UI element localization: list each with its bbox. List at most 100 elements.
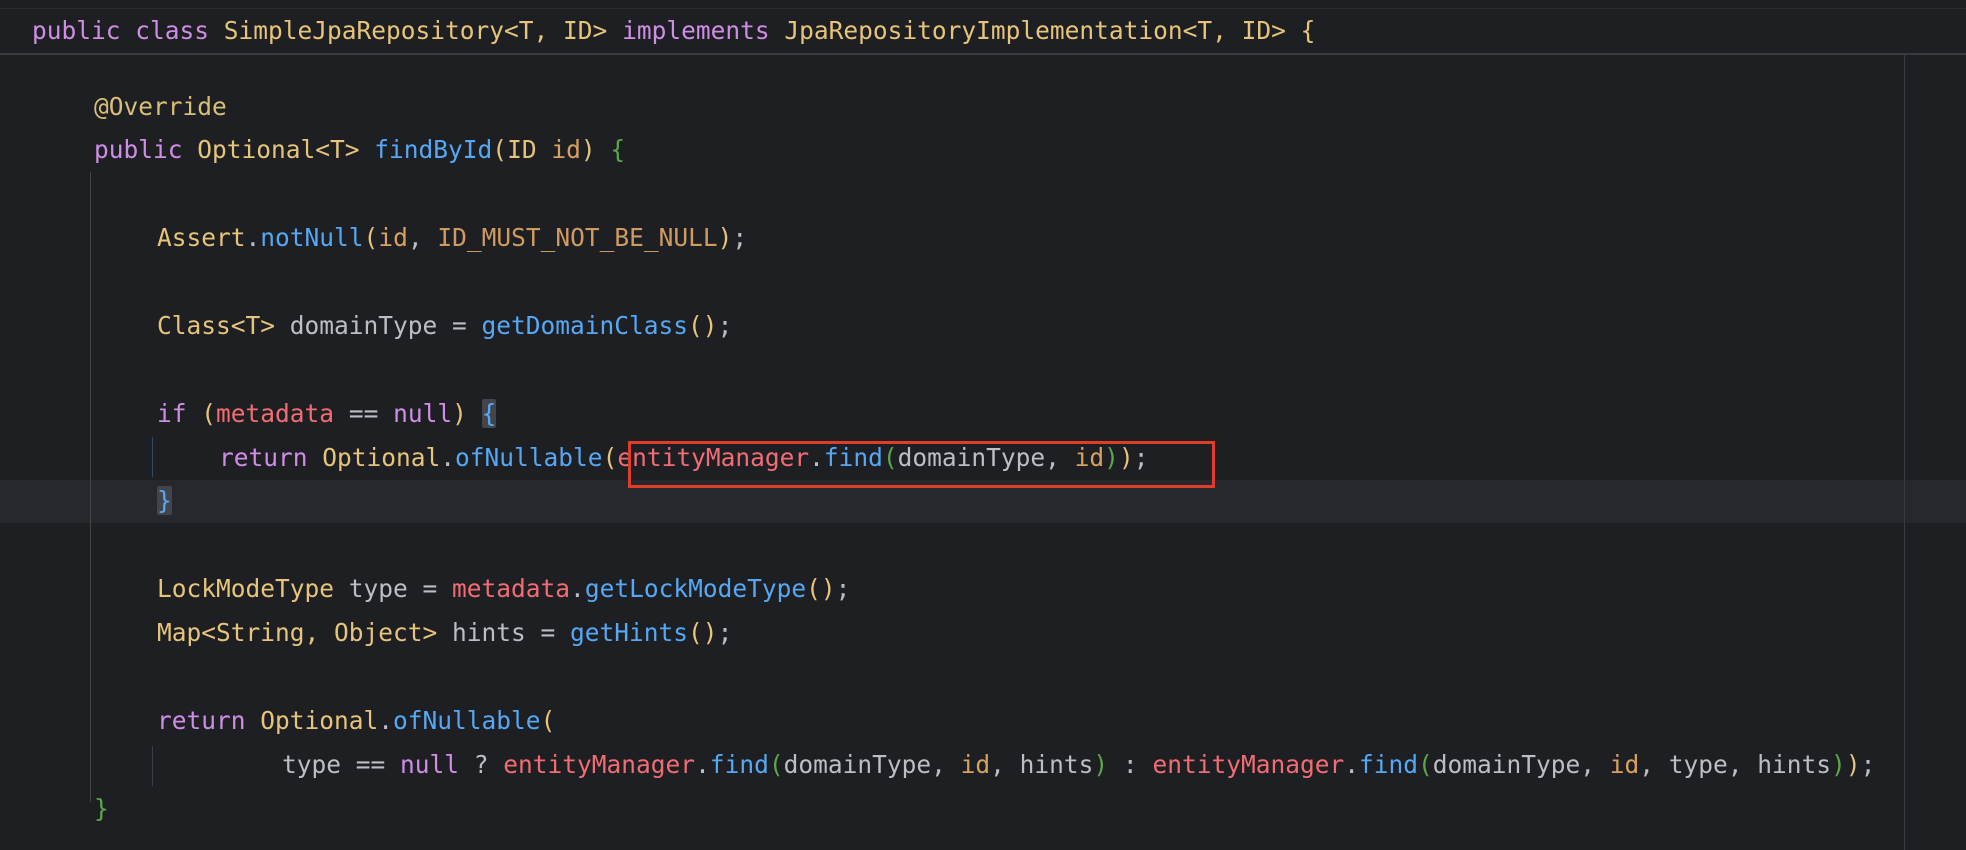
- paren-token: (: [540, 706, 556, 735]
- brace-token: {: [610, 135, 626, 164]
- paren-token: (): [688, 311, 718, 340]
- code-line-domain-type[interactable]: Class<T> domainType = getDomainClass();: [157, 311, 732, 341]
- code-line-annotation[interactable]: @Override: [94, 92, 227, 122]
- code-line-lock-mode[interactable]: LockModeType type = metadata.getLockMode…: [157, 574, 850, 604]
- keyword-token: return: [157, 706, 246, 735]
- code-line-assert[interactable]: Assert.notNull(id, ID_MUST_NOT_BE_NULL);: [157, 223, 747, 253]
- variable-token: type =: [334, 574, 453, 603]
- semicolon-token: ;: [1860, 750, 1876, 779]
- code-line-hints[interactable]: Map<String, Object> hints = getHints();: [157, 618, 732, 648]
- dot-token: .: [1344, 750, 1359, 779]
- method-call-token: ofNullable: [393, 706, 541, 735]
- paren-token: (: [492, 135, 508, 164]
- parameter-token: id: [378, 223, 408, 252]
- indent-guide: [90, 172, 91, 802]
- brace-token: {: [1300, 16, 1316, 45]
- type-token: ID: [507, 135, 552, 164]
- variable-token: hints =: [437, 618, 571, 647]
- matched-brace-token: {: [481, 399, 497, 428]
- variable-token: , hints: [990, 750, 1094, 779]
- type-token: LockModeType: [157, 574, 335, 603]
- paren-token: ): [717, 223, 733, 252]
- method-call-token: getLockModeType: [584, 574, 807, 603]
- indent-guide: [152, 746, 153, 786]
- code-line-method-signature[interactable]: public Optional<T> findById(ID id) {: [94, 135, 625, 165]
- paren-token: ): [580, 135, 611, 164]
- paren-token: ): [1093, 750, 1109, 779]
- keyword-token: class: [135, 16, 210, 45]
- class-name-token: Assert: [157, 223, 246, 252]
- class-name-token: SimpleJpaRepository<T, ID>: [209, 16, 623, 45]
- dot-token: .: [245, 223, 261, 252]
- field-token: entityManager: [503, 750, 696, 779]
- keyword-token: implements: [622, 16, 770, 45]
- field-token: entityManager: [1152, 750, 1345, 779]
- keyword-token: public: [94, 135, 183, 164]
- code-line-return-optional[interactable]: return Optional.ofNullable(: [157, 706, 555, 736]
- code-line-closing-brace-if[interactable]: }: [157, 486, 172, 516]
- keyword-token: null: [393, 399, 453, 428]
- variable-token: type ==: [282, 750, 401, 779]
- code-editor[interactable]: public class SimpleJpaRepository<T, ID> …: [0, 0, 1966, 850]
- dot-token: .: [378, 706, 394, 735]
- paren-token: (: [768, 750, 784, 779]
- dot-token: .: [440, 443, 456, 472]
- variable-token: domainType,: [1432, 750, 1610, 779]
- paren-token: (: [1417, 750, 1433, 779]
- keyword-token: if: [157, 399, 187, 428]
- parameter-token: id: [551, 135, 581, 164]
- constant-token: ID_MUST_NOT_BE_NULL: [437, 223, 718, 252]
- operator-token: ?: [459, 750, 504, 779]
- type-token: Class<T>: [157, 311, 276, 340]
- matched-brace-token: }: [157, 486, 172, 515]
- method-call-token: getDomainClass: [481, 311, 689, 340]
- code-line-class-declaration[interactable]: public class SimpleJpaRepository<T, ID> …: [32, 16, 1315, 46]
- paren-token: ): [1845, 750, 1861, 779]
- paren-token: (): [806, 574, 836, 603]
- method-call-token: notNull: [260, 223, 364, 252]
- semicolon-token: ;: [835, 574, 851, 603]
- parameter-token: id: [1609, 750, 1640, 779]
- class-name-token: Optional: [307, 443, 441, 472]
- field-token: metadata: [216, 399, 335, 428]
- indent-guide: [152, 437, 153, 477]
- annotation-token: @Override: [94, 92, 227, 121]
- operator-token: ==: [334, 399, 394, 428]
- type-token: Optional<T>: [182, 135, 375, 164]
- field-token: metadata: [452, 574, 571, 603]
- variable-token: domainType =: [275, 311, 482, 340]
- semicolon-token: ;: [717, 311, 733, 340]
- paren-token: (: [363, 223, 379, 252]
- highlight-box: [628, 441, 1215, 488]
- paren-token: (): [688, 618, 718, 647]
- method-call-token: find: [1358, 750, 1418, 779]
- paren-token: ): [1831, 750, 1846, 779]
- keyword-token: null: [400, 750, 460, 779]
- interface-name-token: JpaRepositoryImplementation<T, ID>: [769, 16, 1301, 45]
- dot-token: .: [695, 750, 710, 779]
- brace-token: }: [94, 794, 109, 823]
- variable-token: , type, hints: [1639, 750, 1832, 779]
- paren-token: (: [201, 399, 217, 428]
- paren-token: ): [452, 399, 482, 428]
- code-line-ternary[interactable]: type == null ? entityManager.find(domain…: [282, 750, 1875, 780]
- variable-token: domainType,: [783, 750, 961, 779]
- method-call-token: getHints: [570, 618, 689, 647]
- method-call-token: find: [709, 750, 769, 779]
- class-name-token: Optional: [245, 706, 379, 735]
- method-name-token: findById: [374, 135, 493, 164]
- right-margin-guide: [1904, 53, 1905, 850]
- sticky-class-header[interactable]: public class SimpleJpaRepository<T, ID> …: [0, 9, 1966, 55]
- operator-token: :: [1108, 750, 1153, 779]
- editor-top-edge: [0, 0, 1966, 9]
- semicolon-token: ;: [717, 618, 733, 647]
- paren-token: (: [602, 443, 618, 472]
- code-line-closing-brace-method[interactable]: }: [94, 794, 109, 824]
- code-line-if-metadata[interactable]: if (metadata == null) {: [157, 399, 497, 429]
- parameter-token: id: [960, 750, 991, 779]
- keyword-token: public: [32, 16, 121, 45]
- method-call-token: ofNullable: [455, 443, 603, 472]
- keyword-token: return: [219, 443, 308, 472]
